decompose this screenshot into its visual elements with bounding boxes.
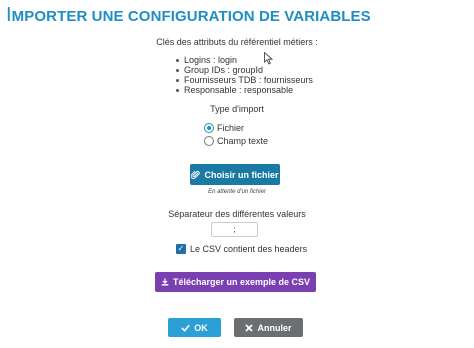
csv-headers-label: Le CSV contient des headers [190,244,308,254]
download-example-button[interactable]: Télécharger un exemple de CSV [155,272,316,292]
check-icon [181,324,190,332]
separator-input[interactable] [211,222,258,237]
radio-option-champ-texte[interactable]: Champ texte [204,134,268,147]
attribute-item: Group IDs : groupId [176,65,313,75]
cancel-label: Annuler [257,322,292,333]
close-icon [245,323,254,332]
radio-button-selected[interactable] [204,122,214,133]
import-type-label: Type d'import [210,104,264,114]
paperclip-icon [191,170,201,180]
separator-label: Séparateur des différentes valeurs [168,209,306,219]
file-status: En attente d'un fichier [208,189,266,195]
mouse-cursor-icon [264,51,274,70]
choose-file-button[interactable]: Choisir un fichier [190,164,280,185]
dialog-title: IMPORTER UNE CONFIGURATION DE VARIABLES [6,4,371,27]
ok-label: OK [194,322,208,333]
dialog-title-text: MPORTER UNE CONFIGURATION DE VARIABLES [11,8,371,25]
csv-headers-checkbox-row[interactable]: ✓ Le CSV contient des headers [176,243,307,255]
attributes-title: Clés des attributs du référentiel métier… [156,37,318,47]
radio-label: Fichier [217,122,245,133]
attributes-list: Logins : login Group IDs : groupId Fourn… [176,55,313,95]
download-example-label: Télécharger un exemple de CSV [172,277,311,287]
ok-button[interactable]: OK [168,318,221,337]
choose-file-label: Choisir un fichier [204,169,279,180]
cancel-button[interactable]: Annuler [234,318,303,337]
download-icon [161,278,169,286]
radio-option-fichier[interactable]: Fichier [204,121,244,134]
radio-button[interactable] [204,135,214,146]
attribute-item: Fournisseurs TDB : fournisseurs [176,75,313,85]
radio-label: Champ texte [217,135,269,146]
attribute-item: Logins : login [176,55,313,65]
attribute-item: Responsable : responsable [176,85,313,95]
csv-headers-checkbox[interactable]: ✓ [176,244,186,254]
